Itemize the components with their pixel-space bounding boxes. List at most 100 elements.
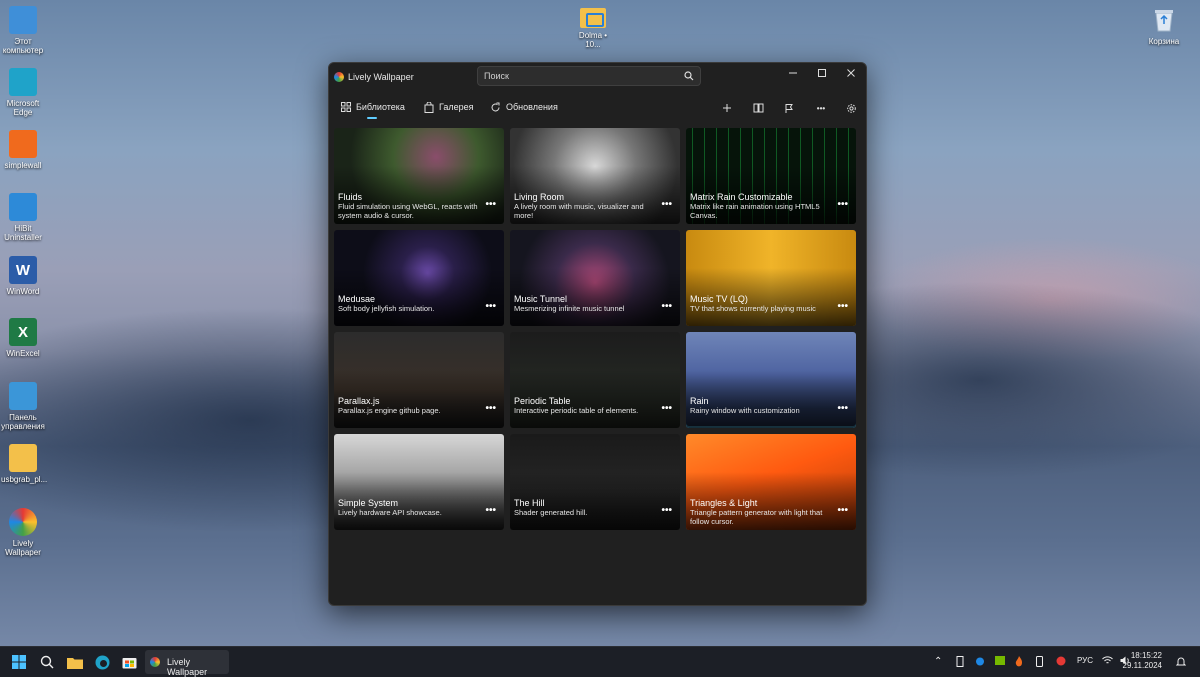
wallpaper-card[interactable]: Living Room A lively room with music, vis… <box>510 128 680 224</box>
card-more-button[interactable]: ••• <box>485 199 496 210</box>
wallpaper-title: Periodic Table <box>514 396 571 406</box>
card-more-button[interactable]: ••• <box>485 505 496 516</box>
desktop-icon-label: usbgrab_pl... <box>1 475 48 484</box>
wallpaper-card[interactable]: Parallax.js Parallax.js engine github pag… <box>334 332 504 428</box>
wallpaper-card[interactable]: Periodic Table Interactive periodic table… <box>510 332 680 428</box>
desktop-icon-lively[interactable]: Lively Wallpaper <box>1 508 45 557</box>
tray-lively-icon[interactable] <box>1056 656 1066 668</box>
wallpaper-card[interactable]: Music TV (LQ) TV that shows currently pla… <box>686 230 856 326</box>
tray-fire-icon[interactable] <box>1015 656 1023 669</box>
desktop-icon-edge[interactable]: Microsoft Edge <box>1 68 45 117</box>
desktop-icon-top-folder[interactable]: Dolma • 10... <box>571 8 615 49</box>
tray-chevron-icon[interactable]: ⌃ <box>934 656 942 667</box>
desktop-icon-uninstaller[interactable]: HiBit Uninstaller <box>1 193 45 242</box>
tray-nvidia-icon[interactable] <box>995 656 1005 667</box>
add-wallpaper-button[interactable] <box>717 98 737 118</box>
wallpaper-card[interactable]: Fluids Fluid simulation using WebGL, reac… <box>334 128 504 224</box>
wallpaper-title: Matrix Rain Customizable <box>690 192 793 202</box>
card-more-button[interactable]: ••• <box>661 301 672 312</box>
desktop-icon-label: WinWord <box>6 287 40 296</box>
card-more-button[interactable]: ••• <box>661 505 672 516</box>
wallpaper-title: Parallax.js <box>338 396 380 406</box>
minimize-button[interactable] <box>779 63 807 83</box>
more-options-button[interactable]: ••• <box>811 98 831 118</box>
tab-gallery[interactable]: Галерея <box>424 95 474 119</box>
card-more-button[interactable]: ••• <box>485 301 496 312</box>
wallpaper-card[interactable]: Medusae Soft body jellyfish simulation. ••… <box>334 230 504 326</box>
recycle-bin-icon <box>1150 6 1178 34</box>
wallpaper-description: Rainy window with customization <box>690 406 800 415</box>
uninstaller-icon <box>9 193 37 221</box>
wallpaper-description: Interactive periodic table of elements. <box>514 406 639 415</box>
folder-icon <box>67 657 83 669</box>
folder-icon <box>9 444 37 472</box>
nav-bar: Библиотека Галерея Обновления ••• <box>329 95 866 121</box>
language-indicator[interactable]: РУС <box>1077 656 1093 665</box>
card-more-button[interactable]: ••• <box>837 505 848 516</box>
tray-device-icon[interactable] <box>1036 656 1043 669</box>
wallpaper-card[interactable]: Music Tunnel Mesmerizing infinite music t… <box>510 230 680 326</box>
desktop-icon-recycle-bin[interactable]: Корзина <box>1142 6 1186 46</box>
clock-time: 18:15:22 <box>1130 651 1162 660</box>
taskbar-app-label: Lively Wallpaper <box>167 657 208 677</box>
desktop-icon-folder[interactable]: usbgrab_pl... <box>1 444 48 484</box>
card-more-button[interactable]: ••• <box>661 199 672 210</box>
tray-bluetooth-icon[interactable] <box>976 656 984 669</box>
flag-icon <box>785 103 793 113</box>
desktop-icon-label: Этот компьютер <box>2 37 44 55</box>
maximize-icon <box>818 69 826 77</box>
more-icon: ••• <box>816 103 826 113</box>
window-title: Lively Wallpaper <box>348 72 414 82</box>
tab-updates[interactable]: Обновления <box>490 95 558 119</box>
desktop-icon-word[interactable]: W WinWord <box>1 256 45 296</box>
lively-wallpaper-window: Lively Wallpaper Библиотека Галерея Обно… <box>328 62 867 606</box>
wallpaper-card[interactable]: Simple System Lively hardware API showcas… <box>334 434 504 530</box>
pause-control-button[interactable] <box>779 98 799 118</box>
lively-icon <box>9 508 37 536</box>
file-explorer-button[interactable] <box>66 653 84 671</box>
card-more-button[interactable]: ••• <box>837 403 848 414</box>
notifications-bell-icon[interactable] <box>1175 656 1187 669</box>
card-overlay <box>686 370 856 428</box>
wallpaper-card[interactable]: Triangles & Light Triangle pattern genera… <box>686 434 856 530</box>
desktop-icon-computer[interactable]: Этот компьютер <box>1 6 45 55</box>
desktop-icon-label: Microsoft Edge <box>6 99 40 117</box>
search-input[interactable] <box>484 70 674 82</box>
desktop-icon-fire[interactable]: simplewall <box>1 130 45 170</box>
wallpaper-card[interactable]: The Hill Shader generated hill. ••• <box>510 434 680 530</box>
card-more-button[interactable]: ••• <box>837 301 848 312</box>
close-button[interactable] <box>837 63 865 83</box>
card-more-button[interactable]: ••• <box>485 403 496 414</box>
wallpaper-title: Simple System <box>338 498 399 508</box>
screen-layout-button[interactable] <box>748 98 768 118</box>
fire-icon <box>9 130 37 158</box>
card-more-button[interactable]: ••• <box>661 403 672 414</box>
wallpaper-title: Music TV (LQ) <box>690 294 748 304</box>
wallpaper-card[interactable]: Rain Rainy window with customization ••• <box>686 332 856 428</box>
edge-button[interactable] <box>93 653 111 671</box>
taskbar-lively-app[interactable]: Lively Wallpaper <box>145 650 229 677</box>
card-more-button[interactable]: ••• <box>837 199 848 210</box>
wallpaper-description: Parallax.js engine github page. <box>338 406 441 415</box>
tab-library[interactable]: Библиотека <box>341 95 405 119</box>
store-button[interactable] <box>120 653 138 671</box>
taskbar-search-button[interactable] <box>38 653 56 671</box>
tray-usb-icon[interactable] <box>956 656 964 669</box>
wifi-icon[interactable] <box>1102 656 1113 667</box>
control-panel-icon <box>9 382 37 410</box>
wallpaper-card[interactable]: Matrix Rain Customizable Matrix like rain… <box>686 128 856 224</box>
settings-button[interactable] <box>841 98 861 118</box>
search-icon[interactable] <box>684 71 694 81</box>
maximize-button[interactable] <box>808 63 836 83</box>
start-button[interactable] <box>10 653 28 671</box>
computer-icon <box>9 6 37 34</box>
desktop-icon-excel[interactable]: X WinExcel <box>1 318 45 358</box>
system-clock[interactable]: 18:15:22 29.11.2024 <box>1123 651 1162 671</box>
wallpaper-description: Mesmerizing infinite music tunnel <box>514 304 625 313</box>
desktop-icon-control-panel[interactable]: Панель управления <box>1 382 45 431</box>
search-box[interactable] <box>477 66 701 86</box>
title-bar[interactable]: Lively Wallpaper <box>329 63 866 93</box>
desktop-icon-label: Dolma • 10... <box>578 31 608 49</box>
gear-icon <box>846 103 856 113</box>
active-tab-indicator <box>367 117 377 119</box>
